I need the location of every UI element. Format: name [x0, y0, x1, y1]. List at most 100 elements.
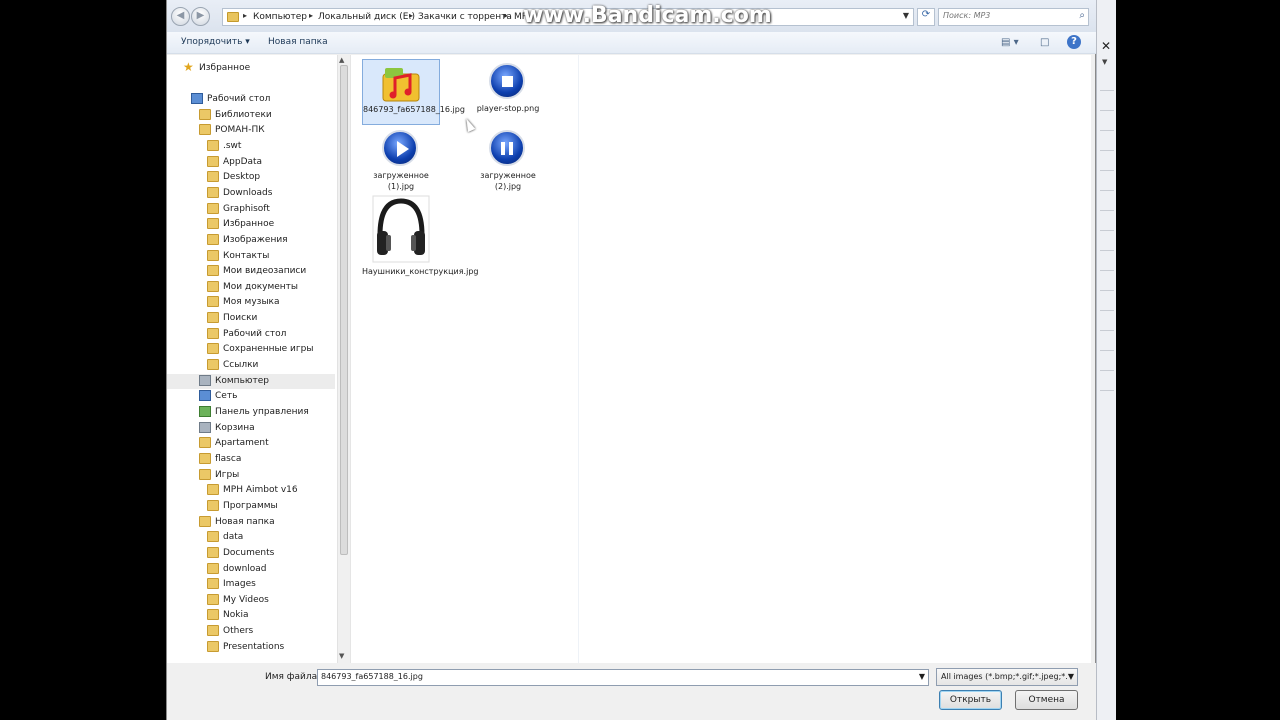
scrollbar-thumb[interactable] — [340, 65, 348, 555]
nav-item[interactable]: Изображения — [167, 233, 335, 248]
nav-item[interactable]: РОМАН-ПК — [167, 123, 335, 138]
nav-item[interactable]: Новая папка — [167, 515, 335, 530]
folder-icon — [227, 12, 239, 22]
forward-button[interactable]: ▶ — [191, 7, 210, 26]
nav-item-label: Documents — [223, 547, 275, 558]
file-item[interactable]: загруженное (2).jpg — [469, 126, 547, 192]
background-window-edge: ✕ ▼ — [1096, 0, 1116, 720]
file-item[interactable]: player-stop.png — [469, 59, 547, 125]
nav-item[interactable]: Игры — [167, 468, 335, 483]
nav-item[interactable]: Контакты — [167, 249, 335, 264]
nav-item-label: data — [223, 532, 244, 543]
nav-item[interactable]: Downloads — [167, 186, 335, 201]
nav-item[interactable]: data — [167, 530, 335, 545]
nav-item-label: Ссылки — [223, 360, 259, 371]
filename-combobox[interactable]: ▼ — [317, 669, 929, 686]
file-name: загруженное (1).jpg — [373, 171, 429, 191]
music-folder-image-icon — [382, 68, 420, 102]
nav-item[interactable]: My Videos — [167, 593, 335, 608]
nav-item[interactable]: Сохраненные игры — [167, 342, 335, 357]
pause-button-image-icon — [489, 130, 525, 166]
search-input[interactable] — [943, 11, 1068, 20]
control-panel-icon — [199, 406, 211, 417]
nav-item[interactable]: Desktop — [167, 170, 335, 185]
nav-item-label: Игры — [215, 469, 240, 480]
chevron-right-icon: ▸ — [504, 11, 509, 20]
divider — [1100, 270, 1114, 271]
cancel-button[interactable]: Отмена — [1015, 690, 1078, 710]
search-box[interactable]: ⌕ — [938, 8, 1089, 26]
file-name: player-stop.png — [476, 104, 540, 113]
nav-item-label: MPH Aimbot v16 — [223, 485, 298, 496]
nav-item[interactable]: Панель управления — [167, 405, 335, 420]
library-icon — [199, 108, 211, 120]
nav-item[interactable]: .swt — [167, 139, 335, 154]
nav-item[interactable]: Мои видеозаписи — [167, 264, 335, 279]
chevron-right-icon: ▸ — [243, 11, 248, 20]
new-folder-button[interactable]: Новая папка — [268, 37, 328, 47]
divider — [1100, 250, 1114, 251]
folder-icon — [207, 186, 219, 198]
nav-item[interactable]: Избранное — [167, 217, 335, 232]
scroll-up-icon[interactable]: ▲ — [339, 56, 344, 64]
folder-icon — [207, 546, 219, 558]
nav-item[interactable]: Моя музыка — [167, 295, 335, 310]
nav-item[interactable]: Мои документы — [167, 280, 335, 295]
breadcrumb-local-disk[interactable]: Локальный диск (E:) — [318, 12, 415, 22]
file-name: загруженное (2).jpg — [480, 171, 536, 191]
nav-item[interactable]: flasca — [167, 452, 335, 467]
refresh-button[interactable]: ⟳ — [917, 8, 935, 26]
nav-item[interactable]: Рабочий стол — [167, 92, 335, 107]
open-button[interactable]: Открыть — [939, 690, 1002, 710]
organize-button[interactable]: Упорядочить ▾ — [181, 37, 250, 47]
file-item[interactable]: загруженное (1).jpg — [362, 126, 440, 192]
chevron-down-icon[interactable]: ▼ — [903, 11, 909, 20]
nav-item[interactable]: Библиотеки — [167, 108, 335, 123]
folder-icon — [207, 640, 219, 652]
chevron-right-icon: ▸ — [409, 11, 414, 20]
close-icon[interactable]: ✕ — [1101, 39, 1111, 53]
nav-item[interactable]: Сеть — [167, 389, 335, 404]
nav-item[interactable]: Documents — [167, 546, 335, 561]
nav-item[interactable]: download — [167, 562, 335, 577]
nav-item[interactable]: Presentations — [167, 640, 335, 655]
nav-item[interactable]: MPH Aimbot v16 — [167, 483, 335, 498]
search-icon[interactable]: ⌕ — [1079, 10, 1085, 21]
file-item[interactable]: 846793_fa657188_16.jpg — [362, 59, 465, 125]
nav-item[interactable]: Программы — [167, 499, 335, 514]
view-options-icon[interactable]: ▤ ▾ — [1001, 37, 1019, 48]
nav-item[interactable]: Nokia — [167, 608, 335, 623]
preview-pane-icon[interactable]: □ — [1040, 37, 1049, 48]
chevron-right-icon: ▸ — [309, 11, 314, 20]
nav-item[interactable]: Others — [167, 624, 335, 639]
breadcrumb-computer[interactable]: Компьютер — [253, 12, 307, 22]
nav-item[interactable]: AppData — [167, 155, 335, 170]
scroll-down-icon[interactable]: ▼ — [339, 652, 344, 660]
navigation-scrollbar[interactable]: ▲ ▼ — [337, 55, 349, 663]
chevron-down-icon: ▼ — [1067, 672, 1074, 681]
nav-item[interactable]: Поиски — [167, 311, 335, 326]
nav-item[interactable]: Apartament — [167, 436, 335, 451]
refresh-icon: ⟳ — [921, 9, 931, 20]
breadcrumb-torrent-downloads[interactable]: Закачки с торрента — [418, 12, 512, 22]
file-item[interactable]: Наушники_конструкция.jpg — [362, 195, 478, 290]
nav-item[interactable]: Компьютер — [167, 373, 335, 389]
divider — [1100, 230, 1114, 231]
folder-icon — [207, 359, 219, 371]
headphones-image-icon — [372, 195, 430, 263]
folder-icon — [199, 452, 211, 464]
help-icon[interactable]: ? — [1067, 35, 1081, 49]
back-button[interactable]: ◀ — [171, 7, 190, 26]
nav-item[interactable]: Корзина — [167, 421, 335, 436]
filename-input[interactable] — [321, 672, 901, 681]
nav-item[interactable]: Images — [167, 577, 335, 592]
nav-item[interactable]: Ссылки — [167, 358, 335, 373]
nav-favorites[interactable]: ★ Избранное — [183, 61, 333, 76]
nav-item-label: Presentations — [223, 641, 285, 652]
chevron-down-icon[interactable]: ▼ — [919, 672, 925, 681]
nav-item[interactable]: Рабочий стол — [167, 327, 335, 342]
file-type-filter[interactable]: All images (*.bmp;*.gif;*.jpeg;*. ▼ — [936, 668, 1078, 686]
chevron-down-icon[interactable]: ▼ — [1102, 58, 1107, 66]
folder-icon — [207, 593, 219, 605]
nav-item[interactable]: Graphisoft — [167, 202, 335, 217]
